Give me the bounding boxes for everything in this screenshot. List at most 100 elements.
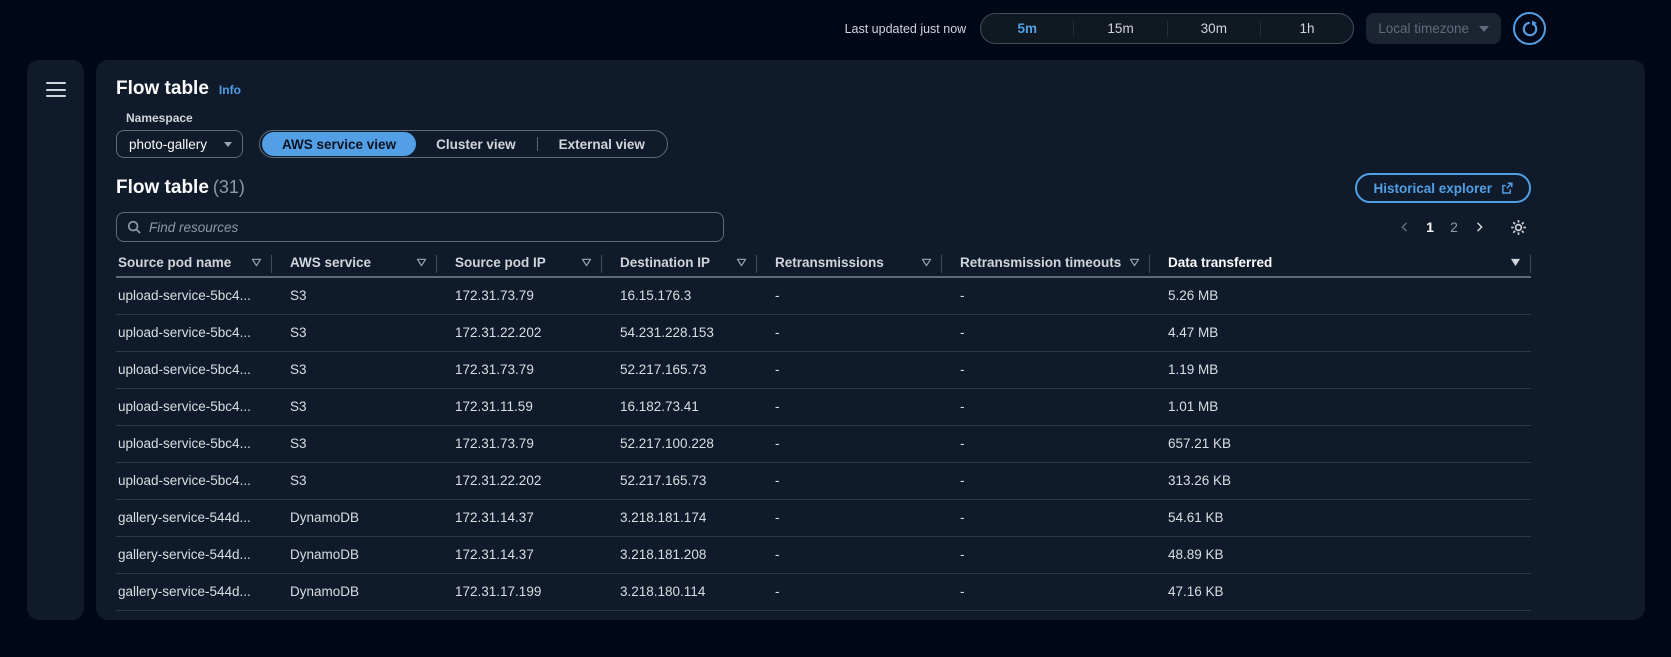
column-header-destination-ip[interactable]: Destination IP [602,252,757,277]
column-label: Destination IP [620,255,710,270]
table-cell: S3 [272,462,437,499]
column-header-aws-service[interactable]: AWS service [272,252,437,277]
table-cell: 313.26 KB [1150,462,1531,499]
table-preferences-button[interactable] [1505,214,1531,240]
table-cell: 172.31.17.199 [437,573,602,610]
table-row: gallery-service-544d...DynamoDB172.31.14… [116,499,1531,536]
hamburger-icon [46,82,66,84]
last-updated-text: Last updated just now [845,22,967,36]
table-cell: 16.15.176.3 [602,277,757,314]
flow-table-panel: Flow table Info Namespace photo-gallery … [96,60,1645,620]
table-cell: S3 [272,388,437,425]
table-title: Flow table(31) [116,177,245,199]
filter-icon [1129,258,1140,267]
time-range-control: 5m15m30m1h [980,13,1354,44]
time-range-15m[interactable]: 15m [1074,14,1166,43]
column-label: Source pod name [118,255,231,270]
pagination-page-1[interactable]: 1 [1419,215,1441,239]
caret-down-icon [224,142,232,147]
column-label: Source pod IP [455,255,546,270]
column-divider [1530,255,1531,273]
table-row: upload-service-5bc4...S3172.31.73.7916.1… [116,277,1531,314]
table-cell: upload-service-5bc4... [116,425,272,462]
filter-icon [251,258,262,267]
table-cell: - [942,351,1150,388]
table-row: upload-service-5bc4...S3172.31.73.7952.2… [116,425,1531,462]
namespace-value: photo-gallery [129,137,207,152]
table-cell: - [757,351,942,388]
sidebar [27,60,84,620]
table-section-header: Flow table(31) Historical explorer [116,174,1531,202]
table-cell: 3.218.181.208 [602,536,757,573]
table-row: upload-service-5bc4...S3172.31.11.5916.1… [116,388,1531,425]
view-divider [537,137,538,151]
table-cell: 657.21 KB [1150,425,1531,462]
filter-icon [416,258,427,267]
view-tab-cluster-view[interactable]: Cluster view [416,132,536,156]
search-input[interactable] [149,220,713,235]
column-header-source-pod-name[interactable]: Source pod name [116,252,272,277]
table-cell: 172.31.73.79 [437,277,602,314]
table-cell: 1.19 MB [1150,351,1531,388]
refresh-button[interactable] [1513,12,1546,45]
view-tab-external-view[interactable]: External view [539,132,665,156]
table-cell: 54.61 KB [1150,499,1531,536]
time-range-5m[interactable]: 5m [981,14,1073,43]
table-cell: - [942,573,1150,610]
time-range-30m[interactable]: 30m [1168,14,1260,43]
table-cell: - [942,462,1150,499]
panel-header: Flow table Info [116,78,1625,100]
pagination-next-button[interactable] [1467,215,1491,239]
table-cell: - [757,388,942,425]
column-header-data-transferred[interactable]: Data transferred [1150,252,1531,277]
namespace-select[interactable]: photo-gallery [116,130,243,158]
column-header-retransmission-timeouts[interactable]: Retransmission timeouts [942,252,1150,277]
table-cell: S3 [272,425,437,462]
table-cell: gallery-service-544d... [116,536,272,573]
controls-row: Namespace photo-gallery AWS service view… [116,112,1625,158]
table-cell: upload-service-5bc4... [116,277,272,314]
pagination-page-2[interactable]: 2 [1443,215,1465,239]
table-cell: 47.16 KB [1150,573,1531,610]
external-link-icon [1500,182,1513,195]
table-cell: - [942,314,1150,351]
table-cell: upload-service-5bc4... [116,351,272,388]
table-cell: DynamoDB [272,499,437,536]
table-cell: - [757,573,942,610]
table-cell: 52.217.165.73 [602,351,757,388]
caret-down-icon [1479,26,1489,32]
timezone-label: Local timezone [1378,21,1469,36]
timezone-select[interactable]: Local timezone [1366,13,1501,44]
table-cell: 172.31.73.79 [437,425,602,462]
table-cell: 16.182.73.41 [602,388,757,425]
table-cell: 3.218.181.174 [602,499,757,536]
table-cell: gallery-service-544d... [116,573,272,610]
table-cell: 1.01 MB [1150,388,1531,425]
table-cell: S3 [272,351,437,388]
flow-table-head-row: Source pod name AWS service Source pod IP D… [116,252,1531,277]
table-cell: 172.31.73.79 [437,351,602,388]
info-link[interactable]: Info [219,83,241,97]
column-header-source-pod-ip[interactable]: Source pod IP [437,252,602,277]
table-cell: - [942,388,1150,425]
column-label: Retransmission timeouts [960,255,1121,270]
hamburger-menu-button[interactable] [46,82,66,97]
chevron-right-icon [1473,221,1485,233]
historical-explorer-button[interactable]: Historical explorer [1355,173,1531,203]
flow-table: Source pod name AWS service Source pod IP D… [116,252,1531,611]
column-header-retransmissions[interactable]: Retransmissions [757,252,942,277]
view-tab-aws-service-view[interactable]: AWS service view [262,132,416,156]
column-label: AWS service [290,255,371,270]
view-toggle: AWS service viewCluster viewExternal vie… [259,130,668,158]
content-area: Flow table Info Namespace photo-gallery … [0,57,1671,657]
pagination-prev-button[interactable] [1393,215,1417,239]
table-cell: 172.31.22.202 [437,314,602,351]
time-range-1h[interactable]: 1h [1261,14,1353,43]
table-cell: - [942,499,1150,536]
table-cell: gallery-service-544d... [116,499,272,536]
pagination-pages: 12 [1419,215,1465,239]
table-cell: 5.26 MB [1150,277,1531,314]
table-cell: - [757,277,942,314]
table-row: upload-service-5bc4...S3172.31.73.7952.2… [116,351,1531,388]
table-cell: 48.89 KB [1150,536,1531,573]
